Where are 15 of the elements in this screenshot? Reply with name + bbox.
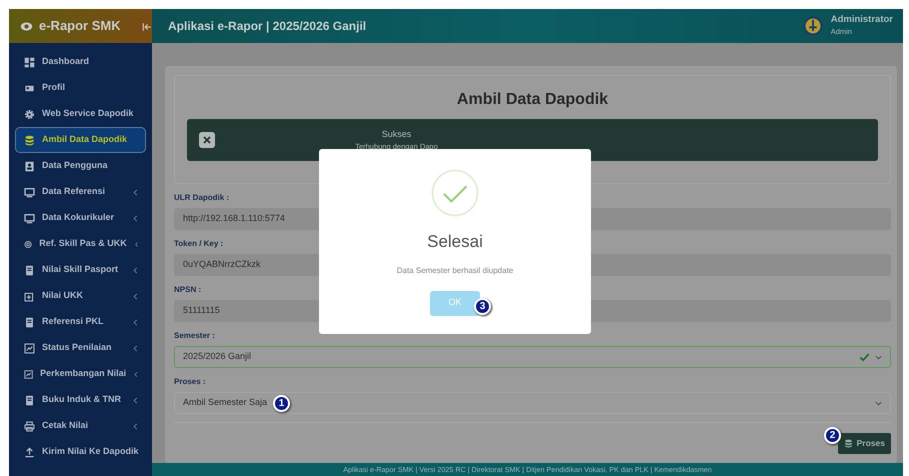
step-marker: 3 — [474, 298, 491, 315]
step-marker: 1 — [273, 394, 290, 412]
alert-title: Sukses — [382, 128, 412, 141]
brand-name: e-Rapor SMK — [39, 17, 121, 36]
dialog-message: Data Semester berhasil diupdate — [396, 264, 514, 276]
field-label: Semester : — [174, 330, 215, 342]
field-label: Token / Key : — [174, 238, 224, 250]
field-label: ULR Dapodik : — [174, 192, 230, 204]
field-label: NPSN : — [174, 284, 202, 296]
field-label: Proses : — [174, 376, 206, 388]
header-title: Aplikasi e-Rapor | 2025/2026 Ganjil — [168, 18, 366, 35]
page-title: Ambil Data Dapodik — [456, 90, 610, 110]
user-name: Administrator — [830, 15, 893, 26]
dialog-title: Selesai — [427, 231, 483, 253]
step-marker: 2 — [824, 427, 841, 444]
